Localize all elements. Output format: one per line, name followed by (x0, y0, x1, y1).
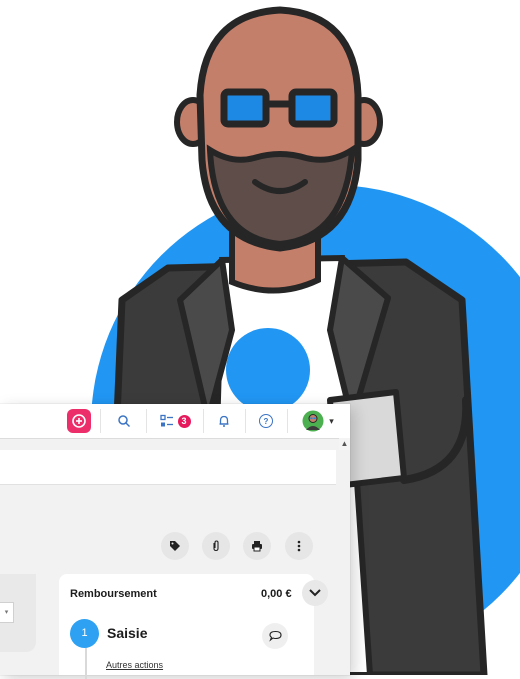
other-actions-link[interactable]: Autres actions (106, 660, 163, 670)
search-button[interactable] (112, 409, 136, 433)
user-menu-button[interactable]: ▾ (298, 409, 338, 433)
expand-button[interactable] (302, 580, 328, 606)
step-number: 1 (70, 619, 99, 648)
more-vert-icon (297, 540, 301, 552)
tag-button[interactable] (161, 532, 189, 560)
help-icon: ? (259, 414, 273, 428)
user-avatar (302, 410, 324, 432)
paperclip-icon (213, 540, 219, 552)
comment-icon (268, 630, 282, 642)
help-button[interactable]: ? (254, 409, 278, 433)
top-navigation-bar: 3 ? ▾ (0, 404, 350, 439)
refund-amount: 0,00 € (261, 588, 292, 600)
tag-icon (170, 541, 180, 551)
glasses-right-lens (288, 88, 338, 128)
step-label: Saisie (107, 625, 148, 641)
chevron-down-icon: ▾ (329, 415, 334, 426)
chevron-down-icon (309, 589, 321, 597)
select-arrow-icon: ▾ (4, 609, 9, 616)
print-icon (252, 541, 262, 552)
notifications-button[interactable] (212, 409, 236, 433)
print-button[interactable] (243, 532, 271, 560)
more-options-button[interactable] (285, 532, 313, 560)
tasks-count-badge: 3 (177, 414, 191, 428)
comment-button[interactable] (262, 623, 288, 649)
refund-title: Remboursement (70, 588, 157, 600)
scrollbar-up-arrow[interactable]: ▲ (339, 438, 350, 450)
tasks-button[interactable]: 3 (154, 409, 196, 433)
search-icon (118, 415, 131, 428)
add-button[interactable] (67, 409, 91, 433)
shirt-logo (226, 328, 310, 412)
glasses-left-lens (220, 88, 270, 128)
task-list-icon (159, 414, 173, 427)
refund-panel: Remboursement 0,00 € 1 Saisie Autres act… (59, 574, 328, 679)
record-header (0, 450, 336, 485)
app-window: 3 ? ▾ ▲ ▾ Remboursement 0,00 € 1 Saisie … (0, 404, 350, 679)
attachment-button[interactable] (202, 532, 230, 560)
select-dropdown[interactable]: ▾ (0, 602, 14, 623)
plus-circle-icon (72, 414, 86, 428)
bell-icon (219, 415, 229, 427)
